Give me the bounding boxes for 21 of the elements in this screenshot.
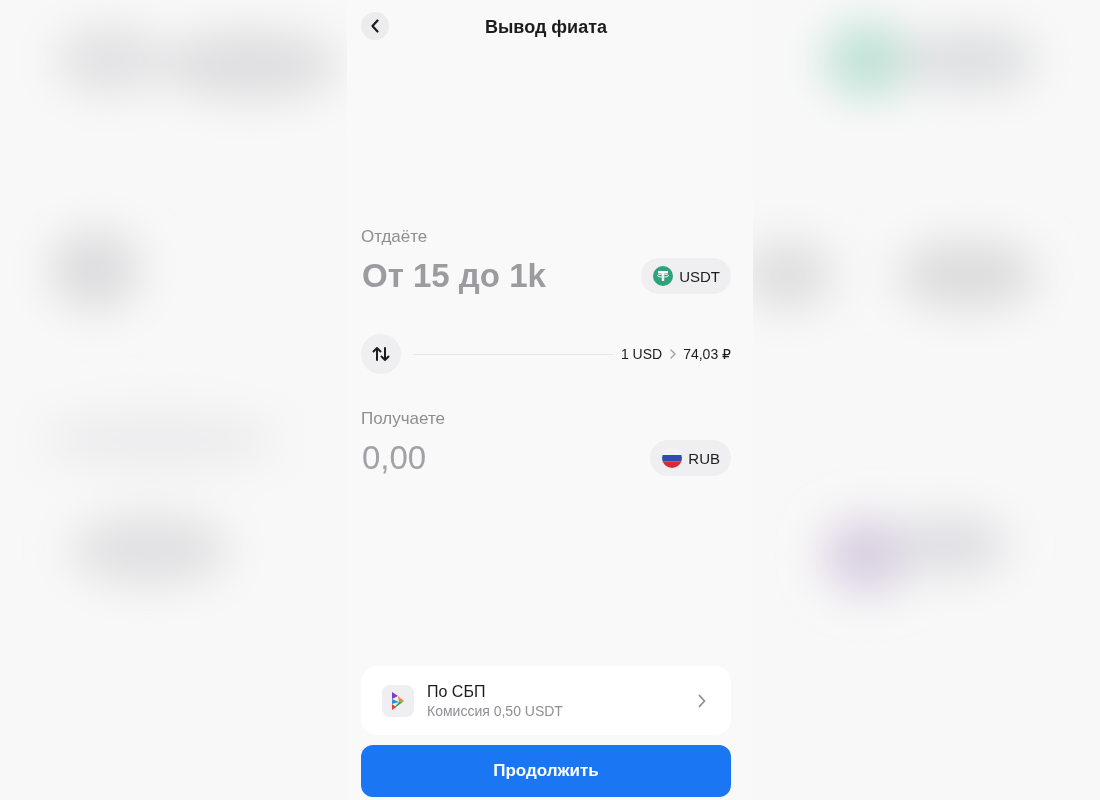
received-amount: 0,00: [361, 438, 427, 478]
back-button[interactable]: [361, 12, 389, 40]
currency-selector[interactable]: USDT: [641, 258, 731, 294]
send-label: Отдаёте: [361, 227, 428, 247]
receive-label: Получаете: [361, 409, 445, 429]
chevron-left-icon: [371, 19, 379, 33]
continue-button[interactable]: Продолжить: [361, 745, 731, 797]
payment-method-fee: Комиссия 0,50 USDT: [427, 702, 563, 719]
amount-field[interactable]: От 15 до 1k: [361, 256, 642, 296]
triangles-logo-icon: [382, 684, 414, 717]
swap-button[interactable]: [361, 334, 401, 374]
swap-arrows-icon: [372, 346, 390, 362]
rate-from: 1 USD: [620, 346, 663, 362]
currency-selector[interactable]: RUB: [650, 440, 731, 476]
rate-to: 74,03 ₽: [683, 346, 731, 362]
tether-coin-icon: [653, 266, 674, 286]
payment-method-title: По СБП: [427, 682, 486, 701]
screen-title: Вывод фиата: [484, 16, 607, 38]
chevron-right-icon: [698, 693, 706, 708]
payment-method-selector[interactable]: По СБП Комиссия 0,50 USDT: [361, 666, 731, 735]
chevron-right-icon: [670, 349, 677, 359]
